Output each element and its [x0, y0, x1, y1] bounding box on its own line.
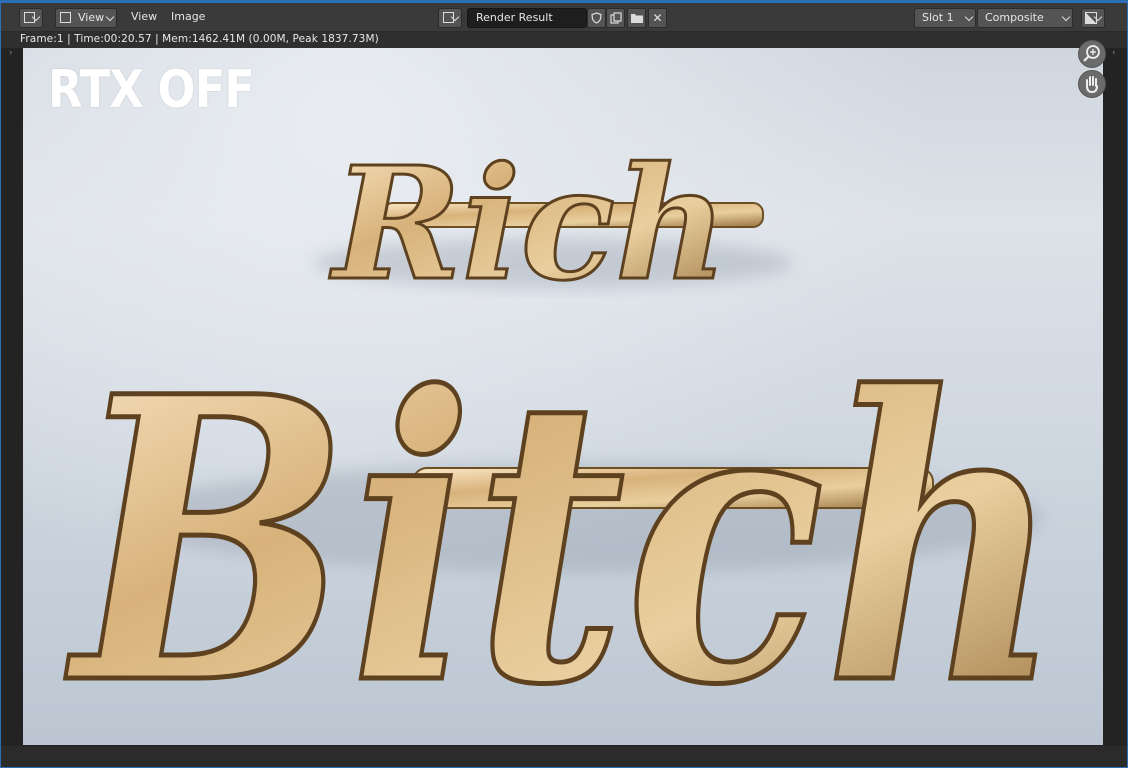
bottom-region — [0, 746, 1128, 768]
folder-icon — [630, 14, 643, 23]
render-layer-label: Composite — [985, 11, 1044, 24]
shield-icon — [591, 12, 602, 24]
image-name-field[interactable]: Render Result — [467, 8, 587, 28]
toolbar-expand-handle[interactable]: › — [9, 47, 15, 59]
close-icon: ✕ — [652, 11, 663, 25]
render-layer-dropdown[interactable]: Composite — [977, 8, 1073, 28]
render-status-text: Frame:1 | Time:00:20.57 | Mem:1462.41M (… — [20, 33, 379, 45]
word-bitch: Bitch — [63, 312, 1063, 745]
chevron-down-icon — [105, 12, 115, 22]
image-view-icon — [60, 12, 71, 23]
image-browse-button[interactable] — [438, 8, 462, 28]
fake-user-button[interactable] — [587, 8, 606, 28]
display-channels-dropdown[interactable] — [1081, 8, 1105, 28]
zoom-gizmo[interactable] — [1078, 40, 1106, 68]
sidebar-expand-handle[interactable]: ‹ — [1112, 47, 1118, 59]
open-image-button[interactable] — [627, 8, 646, 28]
chevron-down-icon — [964, 12, 974, 22]
slot-label: Slot 1 — [922, 11, 954, 24]
render-result-image[interactable]: Rich Bitch RTX OFF — [23, 48, 1103, 745]
render-illustration: Rich Bitch — [60, 131, 1065, 746]
rtx-off-label: RTX OFF — [48, 60, 255, 120]
zoom-icon — [1083, 45, 1100, 62]
pan-gizmo[interactable] — [1078, 70, 1106, 98]
menu-image[interactable]: Image — [171, 10, 205, 23]
editor-type-button[interactable] — [19, 8, 43, 28]
slot-dropdown[interactable]: Slot 1 — [914, 8, 976, 28]
hand-icon — [1086, 76, 1098, 94]
chevron-down-icon — [1061, 12, 1071, 22]
view-mode-dropdown[interactable]: View — [55, 8, 117, 28]
word-rich: Rich — [329, 132, 728, 315]
image-editor-header: View View Image Render Result ✕ Slot 1 C… — [0, 3, 1128, 32]
unlink-image-button[interactable]: ✕ — [648, 8, 667, 28]
duplicate-icon — [609, 12, 622, 24]
new-image-button[interactable] — [606, 8, 625, 28]
view-mode-label: View — [78, 11, 105, 24]
render-status-bar: Frame:1 | Time:00:20.57 | Mem:1462.41M (… — [0, 32, 1128, 48]
menu-view[interactable]: View — [131, 10, 157, 23]
